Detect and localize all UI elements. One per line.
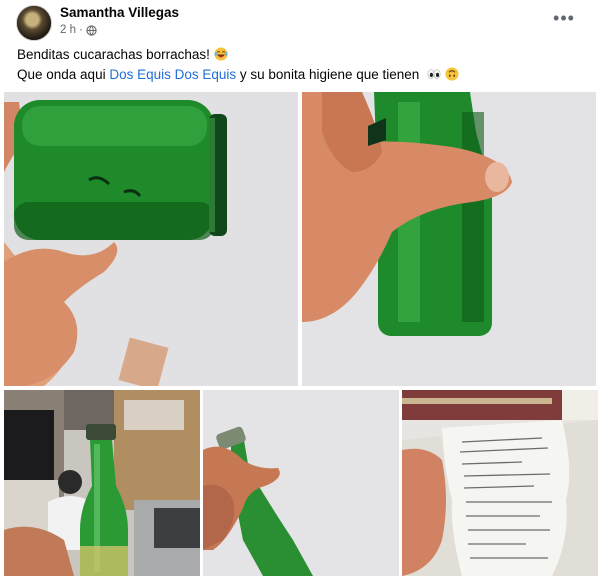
post-time[interactable]: 2 h [60, 24, 76, 36]
post-text-line-2-end: y su bonita higiene que tienen [236, 67, 424, 82]
facebook-post: Samantha Villegas 2 h · ••• Benditas cuc… [0, 0, 600, 578]
photo-receipt-image [402, 390, 598, 576]
photo-hand-holding-bottle[interactable] [302, 92, 596, 386]
post-text-line-2: Que onda aqui Dos Equis Dos Equis y su b… [17, 65, 587, 85]
photo-bottle-restaurant-image [4, 390, 200, 576]
post-header: Samantha Villegas 2 h · ••• [0, 0, 600, 42]
mention-dos-equis-2[interactable]: Dos Equis [175, 67, 237, 82]
avatar[interactable] [16, 5, 52, 41]
post-text-line-1: Benditas cucarachas borrachas! [17, 45, 587, 65]
post-text-line-2-start: Que onda aqui [17, 67, 110, 82]
photo-bottle-side[interactable] [4, 92, 298, 386]
post-text: Benditas cucarachas borrachas! Que onda … [17, 45, 587, 85]
upside-down-face-emoji-icon [445, 67, 459, 81]
eyes-emoji-icon [427, 69, 441, 79]
more-options-icon[interactable]: ••• [550, 8, 578, 28]
photo-receipt[interactable] [402, 390, 598, 576]
globe-icon [86, 24, 97, 36]
photo-bottle-restaurant[interactable] [4, 390, 200, 576]
photo-hand-bottle-neck[interactable] [203, 390, 399, 576]
laughing-crying-emoji-icon [214, 47, 228, 61]
post-text-line-1-content: Benditas cucarachas borrachas! [17, 47, 210, 62]
meta-separator: · [79, 24, 83, 36]
photo-hand-bottle-neck-image [203, 390, 399, 576]
post-meta: 2 h · [60, 24, 97, 36]
mention-dos-equis-1[interactable]: Dos Equis [109, 67, 171, 82]
author-name[interactable]: Samantha Villegas [60, 5, 179, 20]
photo-hand-holding-bottle-image [302, 92, 596, 386]
photo-bottle-side-image [4, 92, 298, 386]
